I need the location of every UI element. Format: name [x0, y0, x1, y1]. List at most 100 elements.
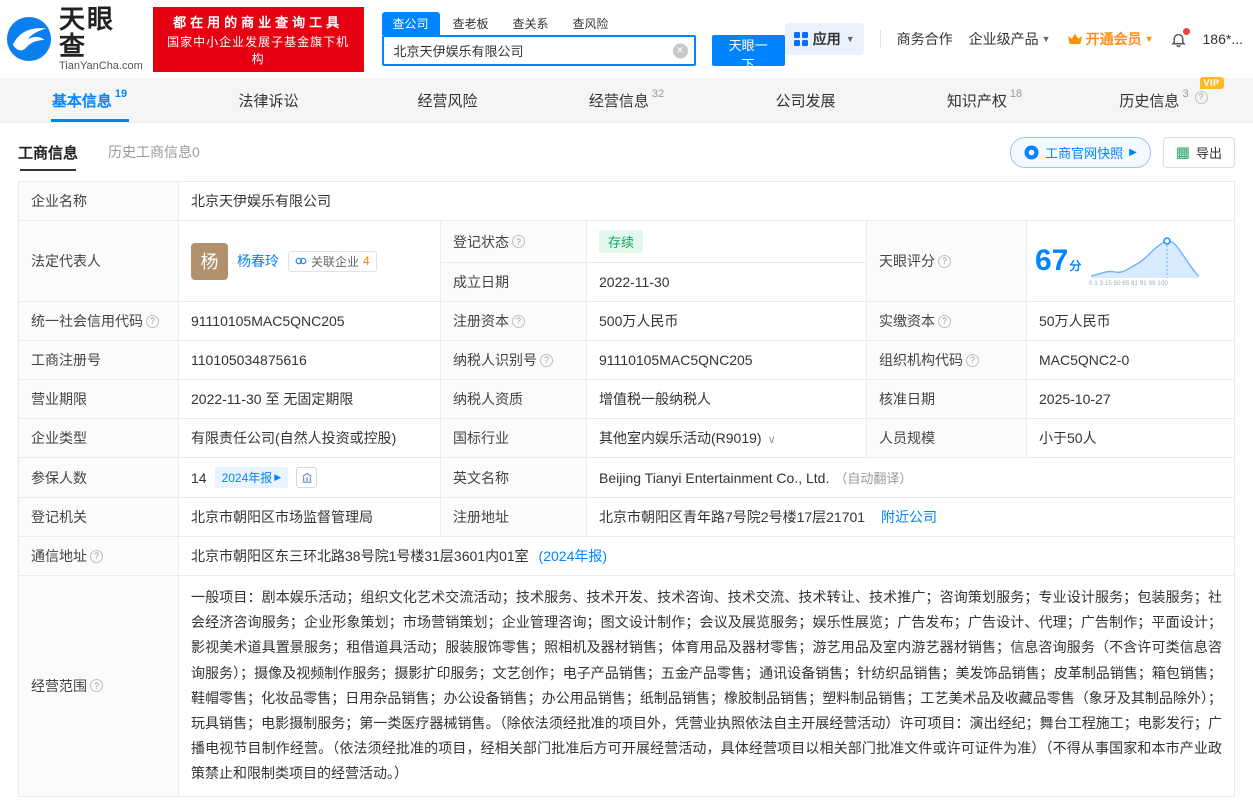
export-button[interactable]: ▦ 导出: [1162, 136, 1235, 168]
help-icon[interactable]: ?: [512, 314, 525, 328]
business-info-table: 企业名称 北京天伊娱乐有限公司 法定代表人 杨 杨春玲 关联企业 4 登记状态?…: [18, 181, 1235, 797]
related-companies-tag[interactable]: 关联企业 4: [288, 250, 377, 272]
score-curve: [1091, 236, 1200, 278]
value-org-code: MAC5QNC2-0: [1026, 340, 1235, 380]
help-icon[interactable]: ?: [540, 353, 553, 367]
value-insured: 14 2024年报 ▶: [178, 457, 441, 498]
tab-legal-proceedings[interactable]: 法律诉讼: [179, 78, 358, 122]
label-tax-id: 纳税人识别号?: [440, 340, 587, 380]
crown-icon: [1067, 33, 1082, 44]
help-icon[interactable]: ?: [512, 235, 525, 248]
label-mail-address: 通信地址?: [18, 536, 179, 576]
label-legal-rep: 法定代表人: [18, 220, 179, 302]
subtab-history-business-info[interactable]: 历史工商信息0: [108, 131, 200, 173]
value-business-scope: 一般项目：剧本娱乐活动；组织文化艺术交流活动；技术服务、技术开发、技术咨询、技术…: [178, 575, 1235, 797]
help-icon[interactable]: ?: [1194, 90, 1208, 104]
tab-basic-info[interactable]: 基本信息 19: [0, 78, 179, 122]
score-number: 67: [1035, 244, 1069, 277]
help-icon[interactable]: ?: [938, 254, 951, 268]
social-insurance-icon[interactable]: [296, 467, 318, 488]
nearby-companies-link[interactable]: 附近公司: [881, 509, 937, 525]
tab-operating-risk[interactable]: 经营风险: [358, 78, 537, 122]
label-english-name: 英文名称: [440, 457, 587, 498]
tab-label: 基本信息: [51, 92, 112, 110]
reg-address-value: 北京市朝阳区青年路7号院2号楼17层21701: [599, 509, 866, 525]
tab-count: 32: [651, 87, 665, 100]
clear-search-icon[interactable]: ✕: [672, 43, 688, 58]
help-icon[interactable]: ?: [966, 353, 979, 367]
legal-rep-avatar[interactable]: 杨: [191, 242, 228, 280]
label-company-type: 企业类型: [18, 418, 179, 458]
menu-open-vip[interactable]: 开通会员 ▼: [1067, 29, 1154, 49]
menu-cooperation[interactable]: 商务合作: [897, 29, 953, 49]
help-icon[interactable]: ?: [90, 549, 103, 563]
label-paid-capital: 实缴资本?: [866, 301, 1027, 341]
vip-badge: VIP: [1199, 76, 1224, 89]
search-tab-relation[interactable]: 查关系: [502, 12, 560, 35]
company-section-nav: 基本信息 19 法律诉讼 经营风险 经营信息 32 公司发展 知识产权 18 历史信息…: [0, 76, 1253, 123]
tab-history-info[interactable]: 历史信息 3 ? VIP: [1074, 76, 1253, 122]
value-business-term: 2022-11-30 至 无固定期限: [178, 379, 441, 419]
official-snapshot-button[interactable]: 工商官网快照 ▶: [1010, 136, 1151, 168]
value-reg-capital: 500万人民币: [586, 301, 867, 341]
apps-menu[interactable]: 应用 ▼: [784, 23, 864, 55]
tab-company-development[interactable]: 公司发展: [716, 78, 895, 122]
search-tab-company[interactable]: 查公司: [381, 12, 440, 35]
help-icon[interactable]: ?: [938, 314, 951, 328]
label-tianyan-score: 天眼评分?: [866, 220, 1027, 302]
label-insured: 参保人数: [18, 457, 179, 498]
label-company-name: 企业名称: [18, 181, 179, 221]
industry-value: 其他室内娱乐活动(R9019): [599, 430, 762, 446]
value-mail-address: 北京市朝阳区东三环北路38号院1号楼31层3601内01室 (2024年报): [178, 536, 1235, 576]
value-credit-code: 91110105MAC5QNC205: [178, 301, 441, 341]
org-code-label: 组织机构代码: [879, 352, 963, 368]
chevron-down-icon[interactable]: ∨: [768, 434, 776, 446]
tab-label: 知识产权: [946, 92, 1007, 110]
help-icon[interactable]: ?: [146, 314, 159, 328]
business-scope-label: 经营范围: [31, 677, 87, 694]
row-mail-address: 通信地址? 北京市朝阳区东三环北路38号院1号楼31层3601内01室 (202…: [18, 536, 1235, 576]
menu-enterprise-products[interactable]: 企业级产品 ▼: [969, 29, 1051, 49]
search-tab-boss[interactable]: 查老板: [442, 12, 500, 35]
label-reg-authority: 登记机关: [18, 497, 179, 537]
value-reg-address: 北京市朝阳区青年路7号院2号楼17层21701 附近公司: [586, 497, 1235, 537]
subtab-business-info[interactable]: 工商信息: [18, 131, 78, 173]
row-legal-rep: 法定代表人 杨 杨春玲 关联企业 4 登记状态? 存续 天眼评分? 67分 0 …: [18, 220, 1235, 302]
value-tianyan-score[interactable]: 67分 0 1 3 15 50 65 81 91 99 100: [1026, 220, 1235, 302]
search-tab-risk[interactable]: 查风险: [562, 12, 620, 35]
row-codes-2: 工商注册号 110105034875616 纳税人识别号? 91110105MA…: [18, 340, 1235, 380]
tab-intellectual-property[interactable]: 知识产权 18: [895, 78, 1074, 122]
chevron-down-icon: ▼: [1041, 34, 1051, 44]
value-establish-date: 2022-11-30: [586, 262, 867, 302]
value-tax-id: 91110105MAC5QNC205: [586, 340, 867, 380]
value-english-name: Beijing Tianyi Entertainment Co., Ltd. （自…: [586, 457, 1235, 498]
label-reg-address: 注册地址: [440, 497, 587, 537]
search-input[interactable]: [381, 35, 696, 66]
row-company-name: 企业名称 北京天伊娱乐有限公司: [18, 181, 1235, 221]
related-count: 4: [363, 254, 370, 268]
brand-slogan: 都在用的商业查询工具 国家中小企业发展子基金旗下机构: [152, 6, 364, 72]
snapshot-icon: [1024, 144, 1039, 160]
tianyancha-logo-icon: [6, 16, 52, 62]
tab-operating-info[interactable]: 经营信息 32: [537, 78, 716, 122]
related-label: 关联企业: [311, 254, 360, 269]
excel-icon: ▦: [1175, 143, 1190, 161]
slogan-line2: 国家中小企业发展子基金旗下机构: [167, 34, 350, 66]
search-tabs: 查公司 查老板 查关系 查风险: [381, 12, 785, 35]
annual-report-tag[interactable]: 2024年报 ▶: [214, 467, 289, 488]
credit-code-label: 统一社会信用代码: [31, 313, 143, 329]
score-label: 天眼评分: [879, 253, 935, 269]
tab-label: 经营信息: [588, 92, 649, 110]
search-button[interactable]: 天眼一下: [711, 35, 785, 72]
user-phone[interactable]: 186*...: [1203, 31, 1243, 47]
legal-rep-link[interactable]: 杨春玲: [237, 251, 279, 271]
notifications-bell[interactable]: [1170, 27, 1190, 48]
help-icon[interactable]: ?: [90, 679, 103, 693]
tianyancha-logo[interactable]: 天眼查 TianYanCha.com: [6, 5, 143, 72]
english-name-value: Beijing Tianyi Entertainment Co., Ltd.: [599, 470, 830, 486]
annual-report-link[interactable]: (2024年报): [539, 548, 607, 564]
insured-count: 14: [191, 469, 207, 486]
value-industry: 其他室内娱乐活动(R9019) ∨: [586, 418, 867, 458]
enterprise-label: 企业级产品: [968, 31, 1039, 47]
export-label: 导出: [1195, 145, 1222, 161]
